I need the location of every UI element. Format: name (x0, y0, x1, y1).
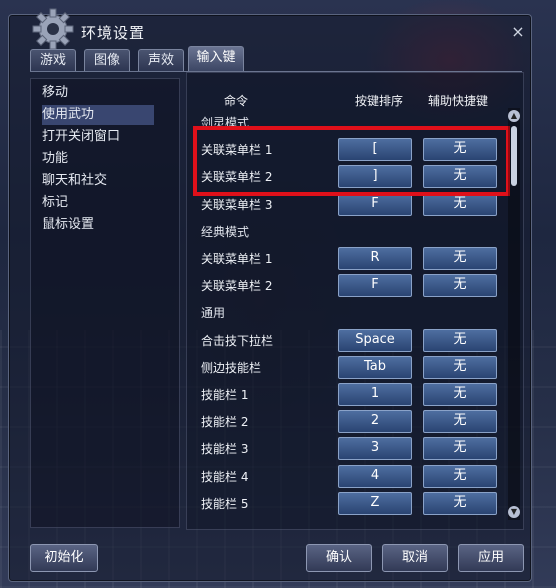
aux-key-button[interactable]: 无 (423, 329, 497, 352)
aux-key-button[interactable]: 无 (423, 410, 497, 433)
category-functions[interactable]: 功能 (42, 149, 172, 169)
column-header-aux: 辅助快捷键 (428, 94, 489, 108)
section-header: 经典模式 (201, 220, 501, 242)
binding-row: 合击技下拉栏 Space 无 (201, 329, 501, 352)
window-title: 环境设置 (81, 24, 146, 42)
scroll-thumb[interactable] (511, 126, 517, 186)
command-label: 技能栏 3 (201, 442, 249, 456)
tab-sound[interactable]: 声效 (138, 49, 184, 72)
ok-button[interactable]: 确认 (306, 544, 372, 572)
title-bar[interactable]: 环境设置 × (9, 8, 531, 50)
tab-game[interactable]: 游戏 (30, 49, 76, 72)
category-windows[interactable]: 打开关闭窗口 (42, 127, 172, 147)
binding-row: 技能栏 5 Z无 (201, 492, 501, 515)
scrollbar[interactable]: ▲ ▼ (508, 108, 520, 520)
tab-graphics[interactable]: 图像 (84, 49, 130, 72)
command-label: 技能栏 1 (201, 388, 249, 402)
command-label: 关联菜单栏 1 (201, 252, 273, 266)
category-mouse[interactable]: 鼠标设置 (42, 215, 172, 235)
aux-key-button[interactable]: 无 (423, 383, 497, 406)
aux-key-button[interactable]: 无 (423, 193, 497, 216)
key-button[interactable]: 3 (338, 437, 412, 460)
apply-button[interactable]: 应用 (458, 544, 524, 572)
section-label: 经典模式 (201, 225, 250, 239)
aux-key-button[interactable]: 无 (423, 437, 497, 460)
key-button[interactable]: F (338, 193, 412, 216)
key-button[interactable]: F (338, 274, 412, 297)
column-header-key: 按键排序 (355, 94, 404, 108)
reset-button[interactable]: 初始化 (30, 544, 98, 572)
aux-key-button[interactable]: 无 (423, 465, 497, 488)
key-button[interactable]: Space (338, 329, 412, 352)
command-label: 技能栏 2 (201, 415, 249, 429)
command-label: 关联菜单栏 3 (201, 198, 273, 212)
binding-row: 技能栏 4 4无 (201, 465, 501, 488)
binding-row: 侧边技能栏 Tab 无 (201, 356, 501, 379)
close-icon[interactable]: × (511, 24, 525, 40)
key-button[interactable]: 2 (338, 410, 412, 433)
binding-row: 关联菜单栏 2 F无 (201, 274, 501, 297)
category-markers[interactable]: 标记 (42, 193, 172, 213)
tab-input-keys[interactable]: 输入键 (188, 46, 244, 72)
aux-key-button[interactable]: 无 (423, 247, 497, 270)
command-label: 合击技下拉栏 (201, 334, 274, 348)
section-header: 通用 (201, 301, 501, 323)
command-label: 侧边技能栏 (201, 361, 262, 375)
command-label: 技能栏 5 (201, 497, 249, 511)
key-button[interactable]: 4 (338, 465, 412, 488)
cancel-button[interactable]: 取消 (382, 544, 448, 572)
aux-key-button[interactable]: 无 (423, 356, 497, 379)
category-skills[interactable]: 使用武功 (42, 105, 154, 125)
section-label: 通用 (201, 306, 226, 320)
key-button[interactable]: Tab (338, 356, 412, 379)
command-label: 技能栏 4 (201, 470, 249, 484)
binding-row: 关联菜单栏 1 R无 (201, 247, 501, 270)
key-button[interactable]: 1 (338, 383, 412, 406)
key-button[interactable]: Z (338, 492, 412, 515)
binding-row: 技能栏 2 2无 (201, 410, 501, 433)
aux-key-button[interactable]: 无 (423, 274, 497, 297)
column-header-command: 命令 (224, 94, 249, 108)
binding-row: 技能栏 3 3无 (201, 437, 501, 460)
key-button[interactable]: R (338, 247, 412, 270)
gear-icon (32, 8, 74, 50)
aux-key-button[interactable]: 无 (423, 492, 497, 515)
command-label: 关联菜单栏 2 (201, 279, 273, 293)
arrow-up-icon[interactable]: ▲ (508, 110, 520, 122)
binding-row: 技能栏 1 1无 (201, 383, 501, 406)
arrow-down-icon[interactable]: ▼ (508, 506, 520, 518)
highlight-box (193, 126, 510, 196)
category-move[interactable]: 移动 (42, 83, 172, 103)
category-chat-social[interactable]: 聊天和社交 (42, 171, 172, 191)
binding-row: 关联菜单栏 3 F无 (201, 193, 501, 216)
